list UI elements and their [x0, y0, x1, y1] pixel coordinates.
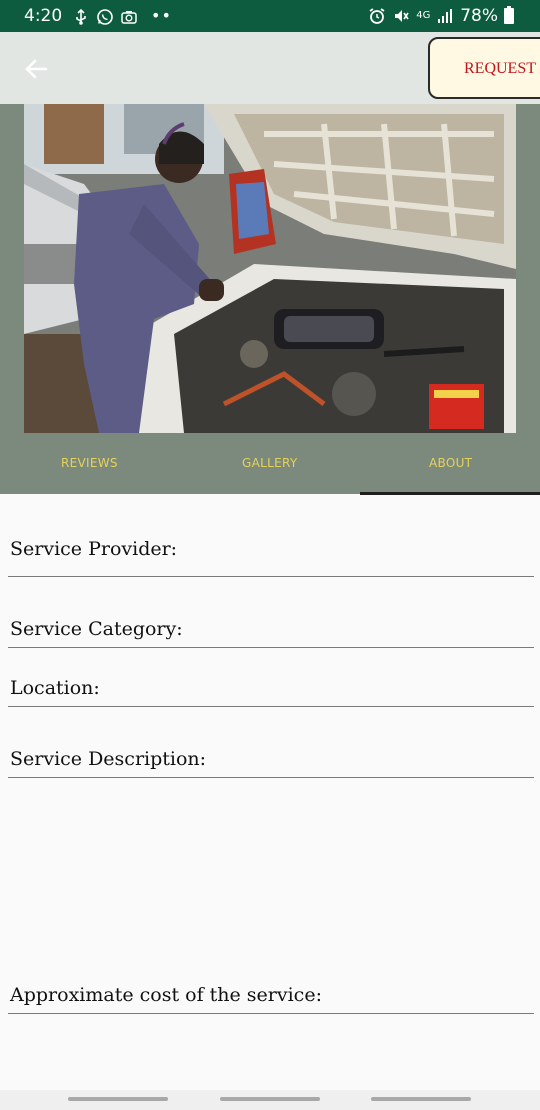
hero-section — [0, 104, 540, 494]
alarm-icon — [369, 8, 385, 24]
request-button[interactable]: REQUEST — [428, 37, 540, 99]
tab-about[interactable]: ABOUT — [429, 456, 472, 470]
tab-selected-indicator — [360, 492, 540, 495]
network-type: 4G — [416, 10, 431, 21]
service-provider-label: Service Provider: — [10, 538, 178, 560]
status-right-icons: 4G 78% — [368, 6, 514, 26]
tab-reviews[interactable]: REVIEWS — [61, 456, 118, 470]
service-provider-field: Service Provider: — [8, 532, 534, 577]
battery-icon — [504, 6, 514, 24]
status-time: 4:20 — [24, 6, 63, 26]
location-field: Location: — [8, 672, 534, 707]
approximate-cost-field: Approximate cost of the service: — [8, 978, 534, 1014]
system-nav-bar — [0, 1090, 540, 1110]
nav-home-button[interactable] — [220, 1097, 320, 1101]
approximate-cost-label: Approximate cost of the service: — [10, 984, 322, 1006]
signal-icon — [438, 9, 453, 23]
nav-back-button[interactable] — [371, 1097, 471, 1101]
tab-bar: REVIEWS GALLERY ABOUT — [0, 448, 540, 495]
battery-percent: 78% — [460, 6, 498, 26]
status-more-dots: •• — [151, 6, 172, 25]
service-description-field: Service Description: — [8, 742, 534, 778]
nav-recents-button[interactable] — [68, 1097, 168, 1101]
location-label: Location: — [10, 677, 100, 699]
service-description-label: Service Description: — [10, 748, 207, 770]
camera-icon — [121, 11, 137, 24]
photo-illustration — [24, 104, 516, 433]
mute-icon — [395, 10, 409, 22]
status-left-icons — [72, 8, 138, 26]
tab-gallery[interactable]: GALLERY — [242, 456, 297, 470]
arrow-left-icon[interactable] — [20, 52, 54, 86]
whatsapp-icon — [97, 9, 113, 25]
service-category-label: Service Category: — [10, 618, 183, 640]
service-category-field: Service Category: — [8, 612, 534, 648]
usb-icon — [76, 8, 86, 25]
mechanic-engine-photo — [24, 104, 516, 433]
status-bar: 4:20 •• 4G 78% — [0, 0, 540, 32]
